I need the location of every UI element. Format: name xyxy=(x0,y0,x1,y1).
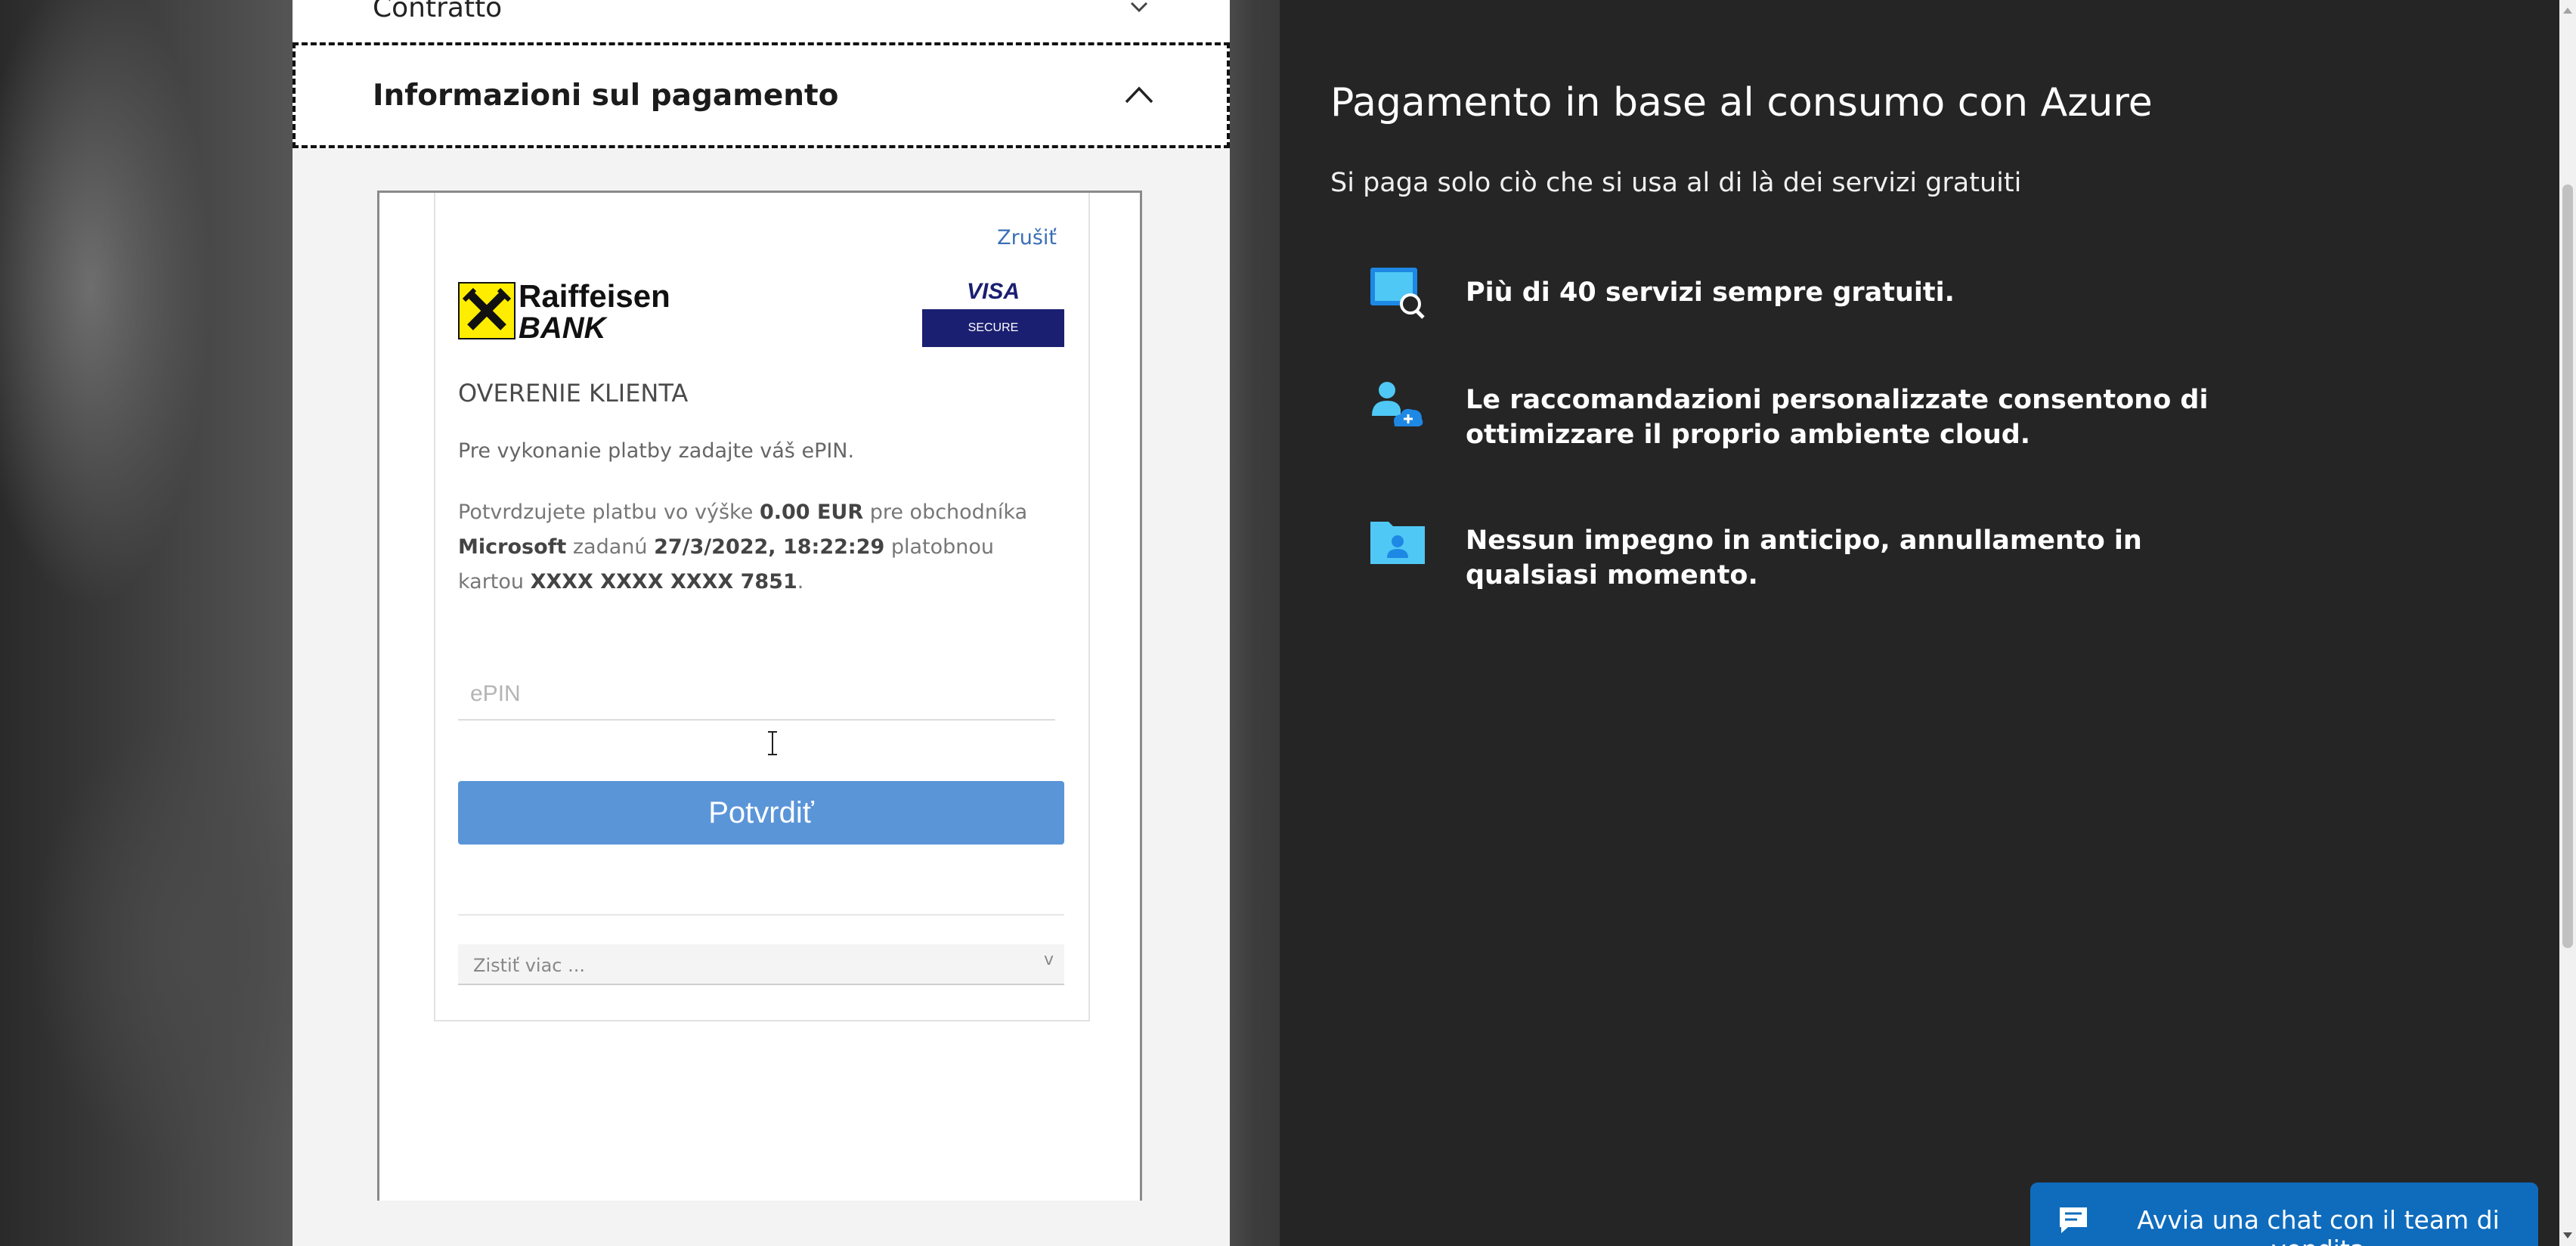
raiffeisen-bank-logo: Raiffeisen BANK xyxy=(458,278,670,350)
visa-secure-band: SECURE xyxy=(922,309,1064,347)
visa-wordmark: VISA xyxy=(966,279,1020,304)
learn-more-dropdown[interactable]: Zistiť viac ... v xyxy=(458,944,1064,985)
auth-instruction: Pre vykonanie platby zadajte váš ePIN. xyxy=(458,439,855,463)
auth-title: OVERENIE KLIENTA xyxy=(458,379,689,408)
scrollbar-thumb[interactable] xyxy=(2562,184,2573,948)
confirm-button[interactable]: Potvrdiť xyxy=(458,781,1064,845)
blurred-background-gap xyxy=(1230,0,1280,1246)
contract-section-header[interactable]: Contratto xyxy=(293,0,1230,42)
payment-section-header[interactable]: Informazioni sul pagamento xyxy=(293,42,1230,148)
scroll-up-arrow-icon[interactable] xyxy=(2563,8,2572,14)
blurred-background xyxy=(0,0,293,1246)
sales-chat-label: Avvia una chat con il team di vendita xyxy=(2137,1205,2500,1246)
date-prefix: zadanú xyxy=(566,535,655,559)
raiffeisen-mark-icon xyxy=(458,282,516,339)
payment-section-title: Informazioni sul pagamento xyxy=(373,79,839,113)
learn-more-label: Zistiť viac ... xyxy=(473,955,586,976)
feature-text-free-services: Più di 40 servizi sempre gratuiti. xyxy=(1466,277,1955,308)
text-cursor-icon xyxy=(768,731,777,755)
chat-bubble-icon xyxy=(2060,1207,2087,1233)
cancel-link[interactable]: Zrušiť xyxy=(997,226,1057,250)
feature-text-no-commitment: Nessun impegno in anticipo, annullamento… xyxy=(1466,525,2142,590)
merchant-name: Microsoft xyxy=(458,535,567,559)
info-subtitle: Si paga solo ciò che si usa al di là dei… xyxy=(1330,168,2022,198)
payment-datetime: 27/3/2022, 18:22:29 xyxy=(654,535,885,559)
bank-auth-iframe: Zrušiť Raiffeisen BANK VISA SECURE OVERE… xyxy=(377,191,1142,1201)
confirm-prefix: Potvrdzujete platbu vo výške xyxy=(458,501,760,524)
bank-name-line1: Raiffeisen xyxy=(519,278,670,314)
card-number: XXXX XXXX XXXX 7851 xyxy=(530,570,797,594)
bank-name-line2: BANK xyxy=(519,312,606,345)
feature-text-recommendations: Le raccomandazioni personalizzate consen… xyxy=(1466,385,2209,450)
divider xyxy=(458,914,1064,916)
contract-section-label: Contratto xyxy=(373,0,503,23)
page-scrollbar[interactable] xyxy=(2559,0,2576,1246)
user-cloud-icon xyxy=(1372,382,1423,426)
payment-confirmation-text: Potvrdzujete platbu vo výške 0.00 EUR pr… xyxy=(458,501,1028,594)
chevron-up-icon xyxy=(1125,86,1153,104)
monitor-search-icon xyxy=(1370,268,1425,319)
scroll-down-arrow-icon[interactable] xyxy=(2563,1232,2572,1238)
chevron-down-icon xyxy=(1130,2,1148,13)
merchant-prefix: pre obchodníka xyxy=(863,501,1028,524)
visa-secure-logo: VISA SECURE xyxy=(922,274,1064,347)
folder-user-icon xyxy=(1370,522,1425,564)
info-panel: Pagamento in base al consumo con Azure S… xyxy=(1280,0,2559,1246)
chevron-down-icon: v xyxy=(1043,950,1054,969)
info-title: Pagamento in base al consumo con Azure xyxy=(1330,80,2153,126)
epin-input[interactable] xyxy=(458,669,1055,721)
sales-chat-button[interactable]: Avvia una chat con il team di vendita xyxy=(2030,1182,2538,1246)
payment-amount: 0.00 EUR xyxy=(759,501,864,524)
signup-form-panel: Contratto Informazioni sul pagamento Zru… xyxy=(293,0,1230,1246)
bank-auth-card: Zrušiť Raiffeisen BANK VISA SECURE OVERE… xyxy=(434,193,1090,1021)
